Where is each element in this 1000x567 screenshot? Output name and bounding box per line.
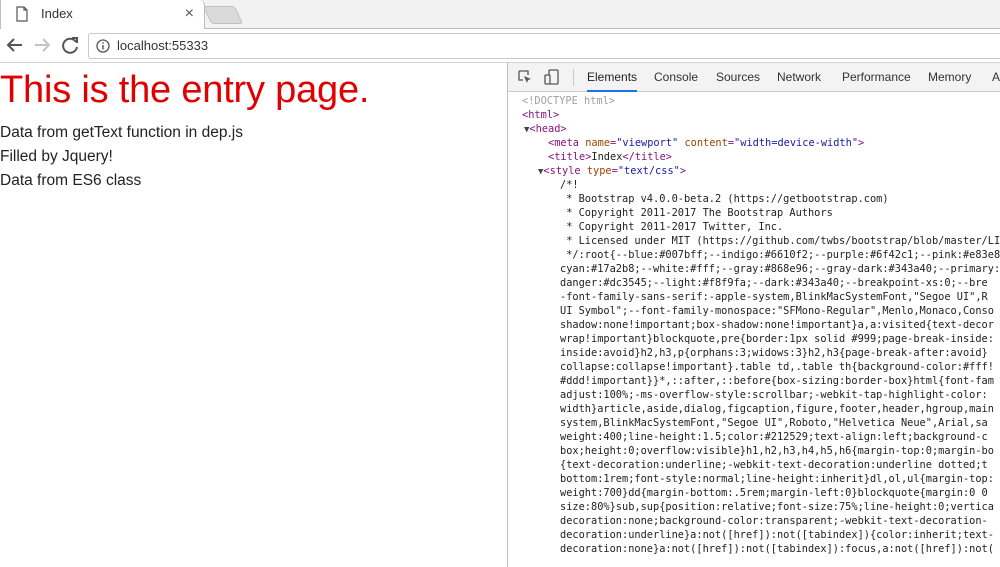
css-text-line: width}article,aside,dialog,figcaption,fi…: [560, 403, 994, 415]
tab-performance[interactable]: Performance: [842, 63, 911, 92]
dom-title-node[interactable]: <title>Index</title>: [548, 150, 672, 164]
css-text-line: size:80%}sub,sup{position:relative;font-…: [560, 501, 994, 513]
css-text-line: * Copyright 2011-2017 The Bootstrap Auth…: [560, 207, 833, 219]
css-text-line: #ddd!important}}*,::after,::before{box-s…: [560, 375, 994, 387]
toolbar-divider: [573, 69, 574, 86]
dom-doctype[interactable]: <!DOCTYPE html>: [522, 94, 615, 108]
page-text-line: Filled by Jquery!: [0, 148, 113, 165]
dom-html-tag[interactable]: <html>: [522, 108, 559, 122]
css-text-line: UI Symbol";--font-family-monospace:"SFMo…: [560, 305, 994, 317]
css-text-line: adjust:100%;-ms-overflow-style:scrollbar…: [560, 389, 988, 401]
dom-head-tag: <head>: [529, 123, 567, 135]
css-text-line: * Copyright 2011-2017 Twitter, Inc.: [560, 221, 784, 233]
tab-console[interactable]: Console: [654, 63, 698, 92]
dom-attr-name: type: [586, 165, 612, 177]
css-text-line: cyan:#17a2b8;--white:#fff;--gray:#868e96…: [560, 263, 1000, 275]
arrow-left-icon[interactable]: [4, 34, 26, 56]
css-text-line: */:root{--blue:#007bff;--indigo:#6610f2;…: [560, 249, 1000, 261]
css-text-line: decoration:underline}a:not([href]):not([…: [560, 529, 994, 541]
device-toolbar-icon[interactable]: [544, 69, 560, 85]
css-text-line: * Licensed under MIT (https://github.com…: [560, 235, 1000, 247]
dom-title-open: <title>: [548, 151, 592, 163]
dom-attr-value: "viewport": [616, 137, 679, 149]
tab-close-icon[interactable]: ×: [185, 4, 194, 24]
tab-memory[interactable]: Memory: [928, 63, 971, 92]
dom-attr-value: "width=device-width": [734, 137, 859, 149]
css-text-line: wrap!important}blockquote,pre{border:1px…: [560, 333, 994, 345]
dom-title-close: </title>: [622, 151, 673, 163]
page-text-line: Data from getText function in dep.js: [0, 124, 243, 141]
tab-network[interactable]: Network: [777, 63, 821, 92]
dom-attr-name: name: [585, 137, 611, 149]
page-viewport: This is the entry page. Data from getTex…: [0, 63, 507, 567]
css-text-line: decoration:none}a:not([href]):not([tabin…: [560, 543, 994, 555]
css-text-line: weight:400;line-height:1.5;color:#212529…: [560, 431, 988, 443]
css-text-line: * Bootstrap v4.0.0-beta.2 (https://getbo…: [560, 193, 889, 205]
reload-icon[interactable]: [59, 34, 81, 56]
dom-style-node[interactable]: ▼<style type="text/css">: [538, 164, 686, 179]
page-heading: This is the entry page.: [0, 69, 370, 111]
css-text-line: system,BlinkMacSystemFont,"Segoe UI",Rob…: [560, 417, 988, 429]
page-text-line: Data from ES6 class: [0, 172, 142, 189]
css-text-line: {text-decoration:underline;-webkit-text-…: [560, 459, 988, 471]
tab-elements[interactable]: Elements: [587, 63, 638, 92]
css-text-line: weight:700}dd{margin-bottom:.5rem;margin…: [560, 487, 988, 499]
browser-tab-strip: Index ×: [0, 0, 1000, 29]
dom-meta-node[interactable]: <meta name="viewport" content="width=dev…: [548, 136, 864, 150]
dom-attr-value: "text/css": [617, 165, 680, 177]
devtools-toolbar: Elements Console Sources Network Perform…: [508, 63, 1000, 92]
page-icon: [16, 6, 28, 22]
address-bar[interactable]: localhost:55333: [88, 33, 1000, 59]
css-text-line: danger:#dc3545;--light:#f8f9fa;--dark:#3…: [560, 277, 988, 289]
tab-sources[interactable]: Sources: [716, 63, 760, 92]
arrow-right-icon[interactable]: [31, 34, 53, 56]
tab-title: Index: [41, 6, 73, 21]
dom-title-text: Index: [591, 151, 623, 163]
css-text-line: /*!: [560, 179, 579, 191]
css-text-line: bottom:1rem;font-style:normal;line-heigh…: [560, 473, 994, 485]
css-text-line: decoration:none;background-color:transpa…: [560, 515, 988, 527]
css-text-line: shadow:none!important;box-shadow:none!im…: [560, 319, 994, 331]
css-text-line: inside:avoid}h2,h3,p{orphans:3;widows:3}…: [560, 347, 988, 359]
browser-tab[interactable]: Index ×: [0, 0, 205, 29]
url-text: localhost:55333: [117, 38, 209, 53]
css-text-line: -font-family-sans-serif:-apple-system,Bl…: [560, 291, 988, 303]
tab-more[interactable]: A: [992, 63, 1000, 92]
dom-meta-tag: meta: [554, 137, 580, 149]
inspect-element-icon[interactable]: [517, 69, 533, 85]
css-text-line: box;height:0;overflow:visible}h1,h2,h3,h…: [560, 445, 994, 457]
dom-head-node[interactable]: ▼<head>: [524, 122, 567, 137]
dom-style-tag: style: [549, 165, 581, 177]
devtools-panel: Elements Console Sources Network Perform…: [507, 63, 1000, 567]
dom-tree: <!DOCTYPE html> <html> ▼<head> <meta nam…: [508, 92, 1000, 567]
browser-toolbar: localhost:55333: [0, 29, 1000, 63]
dom-attr-name: content: [684, 137, 728, 149]
css-text-line: collapse:collapse!important}.table td,.t…: [560, 361, 994, 373]
info-icon[interactable]: [96, 39, 110, 53]
new-tab-button[interactable]: [202, 6, 244, 24]
